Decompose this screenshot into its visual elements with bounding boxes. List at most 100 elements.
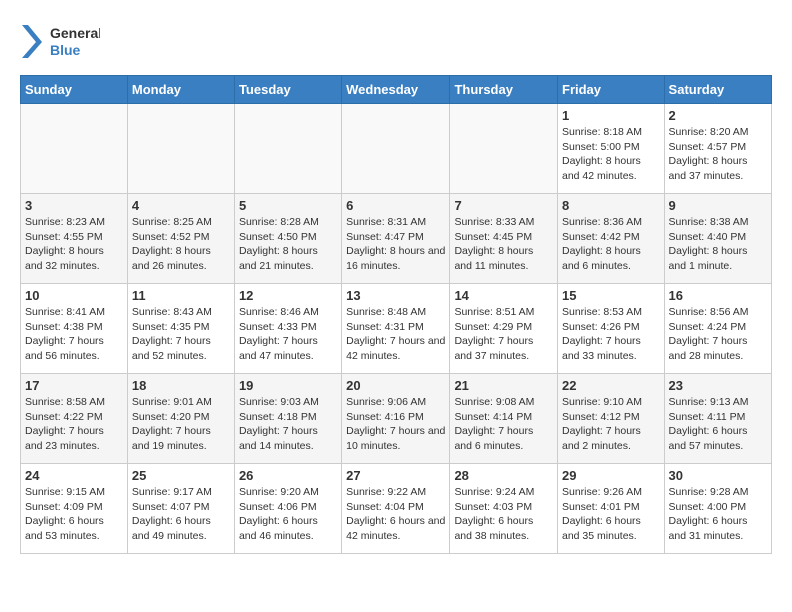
day-number: 30 — [669, 468, 767, 483]
day-info: Sunrise: 9:13 AMSunset: 4:11 PMDaylight:… — [669, 395, 767, 454]
weekday-header-saturday: Saturday — [664, 76, 771, 104]
calendar-cell: 26 Sunrise: 9:20 AMSunset: 4:06 PMDayligh… — [234, 464, 341, 554]
day-info: Sunrise: 8:18 AMSunset: 5:00 PMDaylight:… — [562, 125, 660, 184]
day-info: Sunrise: 8:48 AMSunset: 4:31 PMDaylight:… — [346, 305, 445, 364]
weekday-header-sunday: Sunday — [21, 76, 128, 104]
day-number: 19 — [239, 378, 337, 393]
day-number: 1 — [562, 108, 660, 123]
day-number: 14 — [454, 288, 553, 303]
day-number: 7 — [454, 198, 553, 213]
day-number: 3 — [25, 198, 123, 213]
calendar-cell: 1 Sunrise: 8:18 AMSunset: 5:00 PMDaylight… — [558, 104, 665, 194]
logo: General Blue — [20, 20, 100, 65]
calendar-cell: 28 Sunrise: 9:24 AMSunset: 4:03 PMDayligh… — [450, 464, 558, 554]
calendar-cell: 8 Sunrise: 8:36 AMSunset: 4:42 PMDaylight… — [558, 194, 665, 284]
calendar-cell: 21Sunrise: 9:08 AMSunset: 4:14 PMDayligh… — [450, 374, 558, 464]
calendar-cell: 16 Sunrise: 8:56 AMSunset: 4:24 PMDayligh… — [664, 284, 771, 374]
calendar-cell: 27Sunrise: 9:22 AMSunset: 4:04 PMDayligh… — [342, 464, 450, 554]
calendar-cell: 30 Sunrise: 9:28 AMSunset: 4:00 PMDayligh… — [664, 464, 771, 554]
week-row-5: 24 Sunrise: 9:15 AMSunset: 4:09 PMDayligh… — [21, 464, 772, 554]
logo-svg: General Blue — [20, 20, 100, 65]
day-info: Sunrise: 8:58 AMSunset: 4:22 PMDaylight:… — [25, 395, 123, 454]
day-info: Sunrise: 9:20 AMSunset: 4:06 PMDaylight:… — [239, 485, 337, 544]
day-info: Sunrise: 8:31 AMSunset: 4:47 PMDaylight:… — [346, 215, 445, 274]
day-number: 29 — [562, 468, 660, 483]
day-number: 8 — [562, 198, 660, 213]
calendar-cell: 13 Sunrise: 8:48 AMSunset: 4:31 PMDayligh… — [342, 284, 450, 374]
day-info: Sunrise: 9:01 AMSunset: 4:20 PMDaylight:… — [132, 395, 230, 454]
calendar-cell: 3 Sunrise: 8:23 AMSunset: 4:55 PMDaylight… — [21, 194, 128, 284]
day-info: Sunrise: 9:24 AMSunset: 4:03 PMDaylight:… — [454, 485, 553, 544]
week-row-3: 10 Sunrise: 8:41 AMSunset: 4:38 PMDayligh… — [21, 284, 772, 374]
weekday-header-monday: Monday — [127, 76, 234, 104]
day-number: 2 — [669, 108, 767, 123]
week-row-4: 17Sunrise: 8:58 AMSunset: 4:22 PMDayligh… — [21, 374, 772, 464]
day-info: Sunrise: 8:43 AMSunset: 4:35 PMDaylight:… — [132, 305, 230, 364]
day-number: 16 — [669, 288, 767, 303]
day-info: Sunrise: 9:28 AMSunset: 4:00 PMDaylight:… — [669, 485, 767, 544]
calendar-cell — [342, 104, 450, 194]
day-number: 4 — [132, 198, 230, 213]
day-number: 20 — [346, 378, 445, 393]
page-header: General Blue — [20, 20, 772, 65]
day-info: Sunrise: 8:46 AMSunset: 4:33 PMDaylight:… — [239, 305, 337, 364]
day-number: 22 — [562, 378, 660, 393]
calendar-cell: 14 Sunrise: 8:51 AMSunset: 4:29 PMDayligh… — [450, 284, 558, 374]
calendar-cell: 9 Sunrise: 8:38 AMSunset: 4:40 PMDaylight… — [664, 194, 771, 284]
day-info: Sunrise: 8:51 AMSunset: 4:29 PMDaylight:… — [454, 305, 553, 364]
day-number: 23 — [669, 378, 767, 393]
calendar-cell: 24 Sunrise: 9:15 AMSunset: 4:09 PMDayligh… — [21, 464, 128, 554]
day-info: Sunrise: 8:33 AMSunset: 4:45 PMDaylight:… — [454, 215, 553, 274]
day-info: Sunrise: 8:56 AMSunset: 4:24 PMDaylight:… — [669, 305, 767, 364]
day-info: Sunrise: 8:36 AMSunset: 4:42 PMDaylight:… — [562, 215, 660, 274]
day-number: 9 — [669, 198, 767, 213]
day-info: Sunrise: 8:41 AMSunset: 4:38 PMDaylight:… — [25, 305, 123, 364]
calendar-cell: 18Sunrise: 9:01 AMSunset: 4:20 PMDayligh… — [127, 374, 234, 464]
day-number: 13 — [346, 288, 445, 303]
day-number: 11 — [132, 288, 230, 303]
day-number: 5 — [239, 198, 337, 213]
calendar-table: SundayMondayTuesdayWednesdayThursdayFrid… — [20, 75, 772, 554]
day-info: Sunrise: 9:15 AMSunset: 4:09 PMDaylight:… — [25, 485, 123, 544]
calendar-cell: 10 Sunrise: 8:41 AMSunset: 4:38 PMDayligh… — [21, 284, 128, 374]
calendar-cell — [450, 104, 558, 194]
weekday-header-tuesday: Tuesday — [234, 76, 341, 104]
calendar-cell: 15 Sunrise: 8:53 AMSunset: 4:26 PMDayligh… — [558, 284, 665, 374]
day-number: 26 — [239, 468, 337, 483]
day-number: 15 — [562, 288, 660, 303]
calendar-cell: 2Sunrise: 8:20 AMSunset: 4:57 PMDaylight… — [664, 104, 771, 194]
day-info: Sunrise: 8:25 AMSunset: 4:52 PMDaylight:… — [132, 215, 230, 274]
calendar-cell: 7 Sunrise: 8:33 AMSunset: 4:45 PMDaylight… — [450, 194, 558, 284]
day-number: 24 — [25, 468, 123, 483]
day-number: 28 — [454, 468, 553, 483]
day-number: 12 — [239, 288, 337, 303]
day-info: Sunrise: 9:08 AMSunset: 4:14 PMDaylight:… — [454, 395, 553, 454]
day-info: Sunrise: 9:22 AMSunset: 4:04 PMDaylight:… — [346, 485, 445, 544]
calendar-cell: 5Sunrise: 8:28 AMSunset: 4:50 PMDaylight… — [234, 194, 341, 284]
weekday-header-row: SundayMondayTuesdayWednesdayThursdayFrid… — [21, 76, 772, 104]
calendar-cell: 23 Sunrise: 9:13 AMSunset: 4:11 PMDayligh… — [664, 374, 771, 464]
calendar-cell: 25 Sunrise: 9:17 AMSunset: 4:07 PMDayligh… — [127, 464, 234, 554]
day-info: Sunrise: 8:38 AMSunset: 4:40 PMDaylight:… — [669, 215, 767, 274]
day-info: Sunrise: 9:26 AMSunset: 4:01 PMDaylight:… — [562, 485, 660, 544]
day-info: Sunrise: 8:53 AMSunset: 4:26 PMDaylight:… — [562, 305, 660, 364]
day-info: Sunrise: 8:23 AMSunset: 4:55 PMDaylight:… — [25, 215, 123, 274]
day-number: 25 — [132, 468, 230, 483]
calendar-cell — [234, 104, 341, 194]
day-info: Sunrise: 9:17 AMSunset: 4:07 PMDaylight:… — [132, 485, 230, 544]
weekday-header-friday: Friday — [558, 76, 665, 104]
day-info: Sunrise: 9:06 AMSunset: 4:16 PMDaylight:… — [346, 395, 445, 454]
calendar-cell — [21, 104, 128, 194]
day-number: 10 — [25, 288, 123, 303]
calendar-cell: 12 Sunrise: 8:46 AMSunset: 4:33 PMDayligh… — [234, 284, 341, 374]
svg-text:Blue: Blue — [50, 42, 81, 58]
weekday-header-wednesday: Wednesday — [342, 76, 450, 104]
calendar-cell: 20 Sunrise: 9:06 AMSunset: 4:16 PMDayligh… — [342, 374, 450, 464]
week-row-2: 3 Sunrise: 8:23 AMSunset: 4:55 PMDaylight… — [21, 194, 772, 284]
weekday-header-thursday: Thursday — [450, 76, 558, 104]
week-row-1: 1 Sunrise: 8:18 AMSunset: 5:00 PMDaylight… — [21, 104, 772, 194]
day-info: Sunrise: 9:10 AMSunset: 4:12 PMDaylight:… — [562, 395, 660, 454]
calendar-cell: 19 Sunrise: 9:03 AMSunset: 4:18 PMDayligh… — [234, 374, 341, 464]
calendar-cell: 17Sunrise: 8:58 AMSunset: 4:22 PMDayligh… — [21, 374, 128, 464]
day-info: Sunrise: 9:03 AMSunset: 4:18 PMDaylight:… — [239, 395, 337, 454]
